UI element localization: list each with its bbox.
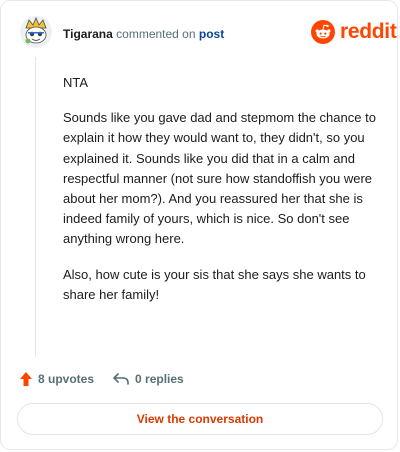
upvote-count: 8 upvotes	[38, 372, 95, 386]
comment-header: Tigarana commented on post	[63, 27, 224, 41]
comment-paragraph: Also, how cute is your sis that she says…	[63, 266, 366, 302]
comment-paragraph: Sounds like you gave dad and stepmom the…	[63, 110, 376, 247]
reply-button[interactable]: 0 replies	[112, 372, 184, 386]
reddit-snoo-icon	[311, 20, 335, 44]
snoo-avatar-icon	[20, 16, 52, 48]
upvote-button[interactable]: 8 upvotes	[19, 371, 94, 387]
upvote-arrow-icon	[20, 372, 32, 386]
action-text: commented on	[116, 27, 196, 41]
reddit-logo[interactable]: reddit	[311, 20, 397, 44]
reddit-wordmark: reddit	[340, 20, 397, 43]
thread-line	[35, 57, 36, 357]
username-link[interactable]: Tigarana	[63, 27, 113, 41]
view-conversation-button[interactable]: View the conversation	[17, 403, 383, 435]
comment-body: NTA Sounds like you gave dad and stepmom…	[63, 73, 385, 320]
comment-card: Tigarana commented on post reddit NTA So…	[0, 0, 398, 450]
comment-paragraph: NTA	[63, 75, 89, 90]
comment-actions: 8 upvotes 0 replies	[19, 371, 184, 387]
reply-arrow-icon	[113, 373, 129, 385]
user-avatar[interactable]	[19, 15, 53, 49]
reply-count: 0 replies	[135, 372, 184, 386]
post-link[interactable]: post	[199, 27, 224, 41]
